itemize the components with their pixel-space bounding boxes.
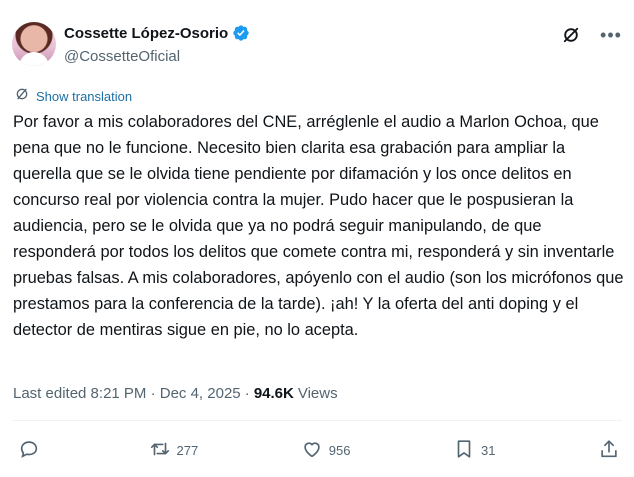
tweet-actions: 277 956 31: [18, 436, 620, 464]
author-handle[interactable]: @CossetteOficial: [64, 48, 180, 65]
show-translation-link[interactable]: Show translation: [14, 86, 132, 107]
author-display-name[interactable]: Cossette López-Osorio: [64, 25, 228, 42]
retweet-button[interactable]: 277: [149, 438, 199, 463]
like-count: 956: [328, 442, 351, 458]
bookmark-icon: [453, 438, 475, 463]
header-actions: •••: [560, 24, 622, 46]
divider: [12, 420, 622, 421]
share-button[interactable]: [598, 438, 620, 463]
tweet-meta: Last edited 8:21 PM · Dec 4, 2025 · 94.6…: [13, 385, 338, 402]
tweet-header: Cossette López-Osorio @CossetteOficial •…: [12, 18, 622, 70]
edited-timestamp[interactable]: Last edited 8:21 PM · Dec 4, 2025 ·: [13, 385, 250, 402]
like-icon: [301, 438, 323, 463]
reply-icon: [18, 438, 40, 463]
views-count: 94.6K: [253, 385, 294, 402]
verified-badge-icon: [232, 24, 250, 42]
tweet-text: Por favor a mis colaboradores del CNE, a…: [13, 113, 624, 339]
reply-button[interactable]: [18, 438, 46, 463]
like-button[interactable]: 956: [301, 438, 351, 463]
more-icon[interactable]: •••: [600, 24, 622, 46]
author-name-row: Cossette López-Osorio: [64, 24, 250, 42]
avatar[interactable]: [12, 22, 56, 66]
bookmark-button[interactable]: 31: [453, 438, 495, 463]
grok-icon[interactable]: [560, 24, 582, 46]
retweet-icon: [149, 438, 171, 463]
translate-icon: [14, 86, 30, 107]
bookmark-count: 31: [481, 442, 496, 458]
show-translation-label: Show translation: [36, 89, 133, 104]
views-label: Views: [297, 385, 338, 402]
share-icon: [598, 438, 620, 463]
retweet-count: 277: [176, 442, 199, 458]
